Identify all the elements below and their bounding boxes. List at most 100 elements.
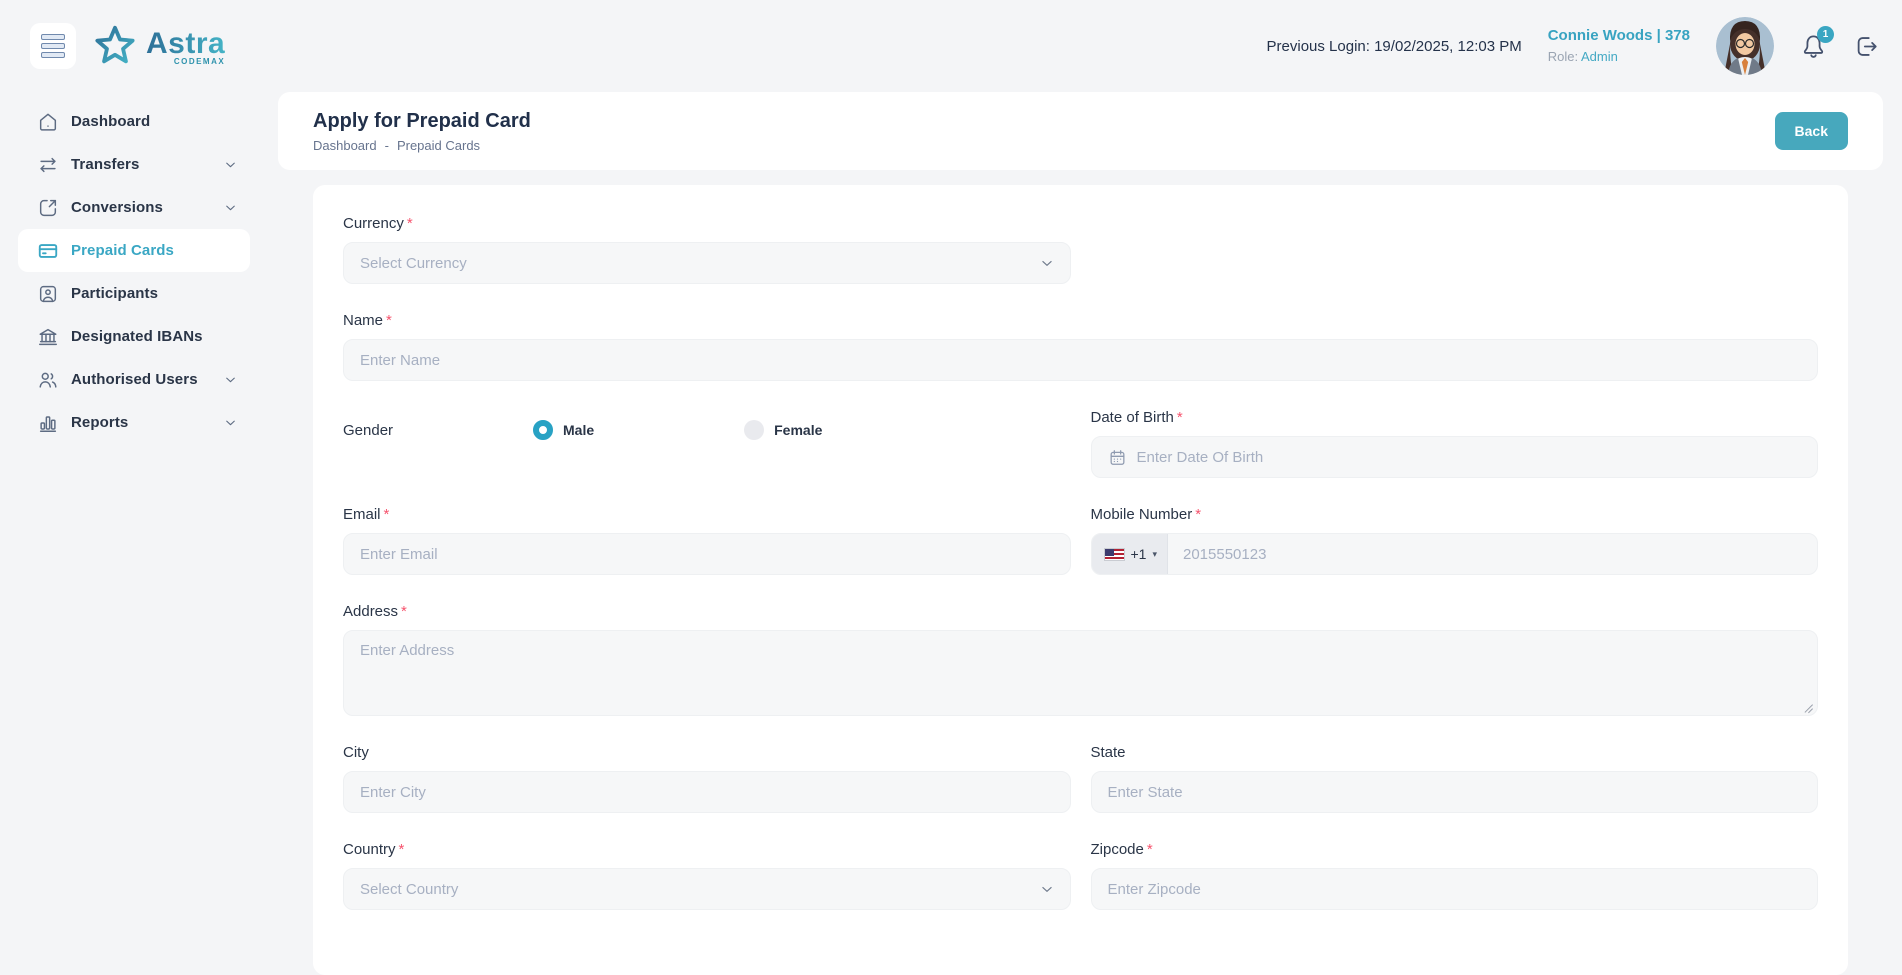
top-header: Astra CODEMAX Previous Login: 19/02/2025…: [0, 0, 1902, 92]
field-state: State: [1091, 744, 1819, 813]
required-asterisk: *: [399, 841, 405, 858]
chevron-down-icon: [1040, 882, 1054, 896]
breadcrumb-dashboard[interactable]: Dashboard: [313, 138, 377, 153]
breadcrumb-separator: -: [385, 138, 389, 153]
country-select-placeholder: Select Country: [360, 881, 458, 898]
country-label: Country: [343, 841, 396, 858]
notifications-button[interactable]: 1: [1800, 33, 1827, 60]
brand-area: Astra CODEMAX: [30, 23, 225, 69]
required-asterisk: *: [384, 506, 390, 523]
sidebar-item-prepaid-cards[interactable]: Prepaid Cards: [18, 229, 250, 272]
credit-card-icon: [36, 239, 60, 263]
address-label: Address: [343, 603, 398, 620]
back-button[interactable]: Back: [1775, 112, 1848, 150]
address-textarea[interactable]: [343, 630, 1818, 716]
name-label: Name: [343, 312, 383, 329]
required-asterisk: *: [407, 215, 413, 232]
transfers-icon: [36, 153, 60, 177]
chevron-down-icon: [1040, 256, 1054, 270]
gender-radio-male[interactable]: Male: [533, 420, 594, 440]
sidebar-item-reports[interactable]: Reports: [18, 401, 250, 444]
field-mobile-number: Mobile Number* +1 ▾: [1091, 506, 1819, 575]
field-gender: Gender Male Female: [343, 409, 1071, 478]
required-asterisk: *: [1177, 409, 1183, 426]
notification-badge: 1: [1817, 26, 1834, 43]
city-label: City: [343, 744, 369, 761]
field-date-of-birth: Date of Birth*: [1091, 409, 1819, 478]
star-logo-icon: [92, 23, 138, 69]
previous-login-text: Previous Login: 19/02/2025, 12:03 PM: [1267, 38, 1522, 55]
field-city: City: [343, 744, 1071, 813]
bar-chart-icon: [36, 411, 60, 435]
breadcrumb: Dashboard - Prepaid Cards: [313, 138, 531, 153]
user-info: Connie Woods | 378 Role: Admin: [1548, 26, 1690, 66]
email-input[interactable]: [343, 533, 1071, 575]
brand-subtitle: CODEMAX: [174, 57, 225, 66]
required-asterisk: *: [401, 603, 407, 620]
brand-name: Astra: [146, 27, 225, 61]
field-address: Address*: [343, 603, 1818, 716]
sidebar-item-authorised-users[interactable]: Authorised Users: [18, 358, 250, 401]
page-header: Apply for Prepaid Card Dashboard - Prepa…: [278, 92, 1883, 170]
field-name: Name*: [343, 312, 1818, 381]
user-role: Role: Admin: [1548, 48, 1690, 66]
country-select[interactable]: Select Country: [343, 868, 1071, 910]
field-zipcode: Zipcode*: [1091, 841, 1819, 910]
radio-unselected-icon: [744, 420, 764, 440]
required-asterisk: *: [1147, 841, 1153, 858]
user-name: Connie Woods | 378: [1548, 26, 1690, 46]
state-label: State: [1091, 744, 1126, 761]
brand-logo[interactable]: Astra CODEMAX: [92, 23, 225, 69]
dial-code: +1: [1131, 546, 1147, 562]
dob-label: Date of Birth: [1091, 409, 1174, 426]
state-input[interactable]: [1091, 771, 1819, 813]
currency-label: Currency: [343, 215, 404, 232]
sidebar-item-transfers[interactable]: Transfers: [18, 143, 250, 186]
calendar-icon[interactable]: [1108, 448, 1127, 467]
logout-icon: [1853, 33, 1880, 60]
mobile-label: Mobile Number: [1091, 506, 1193, 523]
sidebar-nav: Dashboard Transfers Conversions: [0, 92, 278, 444]
chevron-down-icon: [224, 416, 237, 429]
country-code-selector[interactable]: +1 ▾: [1092, 534, 1169, 574]
users-icon: [36, 368, 60, 392]
caret-down-icon: ▾: [1152, 549, 1157, 560]
name-input[interactable]: [343, 339, 1818, 381]
user-role-value: Admin: [1581, 49, 1618, 64]
email-label: Email: [343, 506, 381, 523]
sidebar-item-participants[interactable]: Participants: [18, 272, 250, 315]
zipcode-input[interactable]: [1091, 868, 1819, 910]
mobile-input[interactable]: [1168, 546, 1817, 563]
field-email: Email*: [343, 506, 1071, 575]
chevron-down-icon: [224, 373, 237, 386]
prepaid-card-form: Currency* Select Currency Name*: [313, 185, 1848, 975]
currency-select-placeholder: Select Currency: [360, 255, 467, 272]
field-country: Country* Select Country: [343, 841, 1071, 910]
bank-icon: [36, 325, 60, 349]
zipcode-label: Zipcode: [1091, 841, 1144, 858]
field-currency: Currency* Select Currency: [343, 215, 1071, 284]
currency-select[interactable]: Select Currency: [343, 242, 1071, 284]
gender-label: Gender: [343, 422, 533, 439]
breadcrumb-prepaid-cards[interactable]: Prepaid Cards: [397, 138, 480, 153]
avatar[interactable]: [1716, 17, 1774, 75]
conversions-icon: [36, 196, 60, 220]
main-content: Apply for Prepaid Card Dashboard - Prepa…: [278, 92, 1883, 975]
dob-input[interactable]: [1137, 449, 1802, 466]
city-input[interactable]: [343, 771, 1071, 813]
sidebar-item-designated-ibans[interactable]: Designated IBANs: [18, 315, 250, 358]
us-flag-icon: [1104, 548, 1125, 561]
header-right: Previous Login: 19/02/2025, 12:03 PM Con…: [1267, 17, 1880, 75]
logout-button[interactable]: [1853, 33, 1880, 60]
gender-radio-female[interactable]: Female: [744, 420, 822, 440]
required-asterisk: *: [1195, 506, 1201, 523]
chevron-down-icon: [224, 158, 237, 171]
home-icon: [36, 110, 60, 134]
chevron-down-icon: [224, 201, 237, 214]
page-title: Apply for Prepaid Card: [313, 110, 531, 133]
sidebar-toggle-button[interactable]: [30, 23, 76, 69]
participant-icon: [36, 282, 60, 306]
required-asterisk: *: [386, 312, 392, 329]
sidebar-item-conversions[interactable]: Conversions: [18, 186, 250, 229]
sidebar-item-dashboard[interactable]: Dashboard: [18, 100, 250, 143]
